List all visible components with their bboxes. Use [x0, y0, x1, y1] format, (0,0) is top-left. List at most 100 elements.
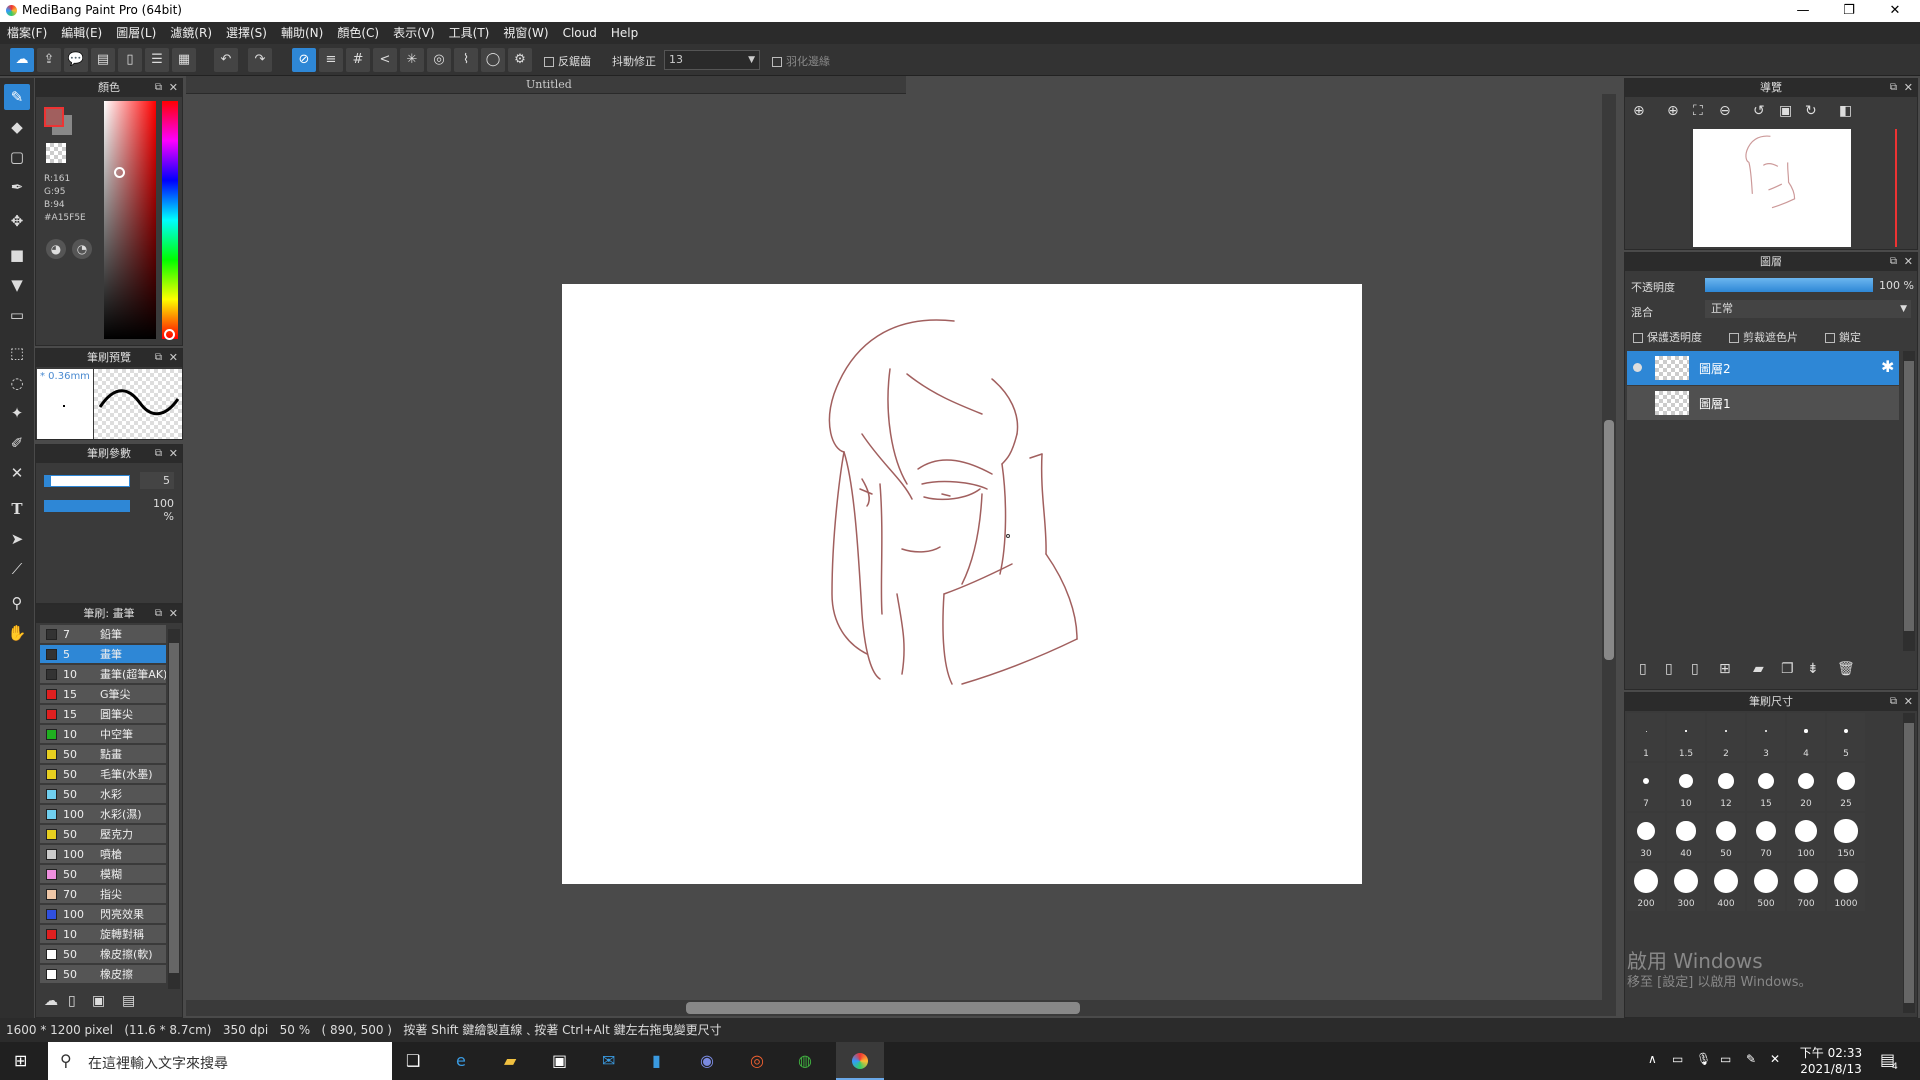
menu-tools[interactable]: 工具(T) [442, 22, 497, 44]
brush-size-cell[interactable]: 40 [1667, 813, 1705, 861]
rotate-left-icon[interactable]: ↺ [1753, 103, 1765, 119]
brush-item[interactable]: 70 指尖 [40, 885, 166, 904]
brush-size-cell[interactable]: 150 [1827, 813, 1865, 861]
brush-item[interactable]: 15 圓筆尖 [40, 705, 166, 724]
brush-size-cell[interactable]: 1.5 [1667, 713, 1705, 761]
size-value[interactable]: 5 [140, 472, 174, 489]
transparent-color-swatch[interactable] [46, 143, 66, 163]
clipping-toggle[interactable]: 剪裁遮色片 [1729, 329, 1798, 345]
brush-menu-icon[interactable]: ▣ [92, 993, 105, 1009]
folder-icon[interactable]: ▰ [1753, 661, 1764, 677]
popout-icon[interactable]: ⧉ [1890, 253, 1897, 271]
new-1bit-layer-icon[interactable]: ▯ [1691, 661, 1699, 677]
new-layer-icon[interactable]: ▯ [1639, 661, 1647, 677]
grid-icon[interactable]: ▦ [172, 48, 196, 72]
rotate-right-icon[interactable]: ↻ [1805, 103, 1817, 119]
select-pen-icon[interactable]: ✐ [4, 430, 30, 456]
eyedropper-icon[interactable]: ⚲ [4, 590, 30, 616]
close-icon[interactable]: ✕ [1904, 253, 1913, 271]
zoom-icon[interactable]: ⊕ [1633, 103, 1645, 119]
scrollbar-thumb[interactable] [1604, 420, 1614, 660]
menu-file[interactable]: 檔案(F) [0, 22, 54, 44]
brush-size-cell[interactable]: 1 [1627, 713, 1665, 761]
brush-size-cell[interactable]: 50 [1707, 813, 1745, 861]
brush-item[interactable]: 7 鉛筆 [40, 625, 166, 644]
shape-tool-icon[interactable]: ■ [4, 242, 30, 268]
brush-size-scrollbar[interactable] [1903, 713, 1915, 1013]
clipping-checkbox[interactable] [1729, 333, 1739, 343]
tray-chevron-icon[interactable]: ∧ [1648, 1052, 1657, 1066]
close-icon[interactable]: ✕ [169, 605, 178, 623]
layers-scrollbar[interactable] [1903, 351, 1915, 651]
close-icon[interactable]: ✕ [169, 445, 178, 463]
eraser-tool-icon[interactable]: ◆ [4, 114, 30, 140]
layer-row[interactable]: 圖層1 [1627, 386, 1899, 420]
scrollbar-thumb[interactable] [169, 643, 179, 973]
snap-vanish-icon[interactable]: < [373, 48, 397, 72]
close-icon[interactable]: ✕ [169, 79, 178, 97]
microphone-icon[interactable]: 🎙 [1696, 1052, 1711, 1066]
add-layer-menu-icon[interactable]: ⊞ [1719, 661, 1731, 677]
delete-layer-icon[interactable]: 🗑 [1837, 661, 1855, 677]
divide-tool-icon[interactable]: ⟋ [4, 556, 30, 582]
feather-checkbox[interactable] [772, 57, 782, 67]
popout-icon[interactable]: ⧉ [1890, 693, 1897, 711]
close-icon[interactable]: ✕ [1904, 693, 1913, 711]
brush-size-cell[interactable]: 400 [1707, 863, 1745, 911]
opacity-slider[interactable] [44, 500, 130, 512]
stabilizer-select[interactable]: 13 ▼ [664, 50, 760, 70]
feather-toggle[interactable]: 羽化邊緣 [772, 53, 830, 69]
snap-circle-icon[interactable]: ◎ [427, 48, 451, 72]
drawing-canvas[interactable] [562, 284, 1362, 884]
antialias-toggle[interactable]: 反鋸齒 [544, 53, 591, 69]
clock[interactable]: 下午 02:33 2021/8/13 [1796, 1045, 1866, 1077]
file-explorer-icon[interactable]: ▰ [504, 1051, 516, 1070]
brush-item[interactable]: 100 噴槍 [40, 845, 166, 864]
menu-cloud[interactable]: Cloud [556, 22, 604, 44]
document-tab[interactable]: Untitled [186, 76, 906, 94]
brush-size-cell[interactable]: 20 [1787, 763, 1825, 811]
popout-icon[interactable]: ⧉ [155, 349, 162, 367]
brush-size-cell[interactable]: 70 [1747, 813, 1785, 861]
color-wheel-icon[interactable]: ◔ [72, 239, 92, 259]
zoom-in-icon[interactable]: ⊕ [1667, 103, 1679, 119]
brush-item[interactable]: 10 旋轉對稱 [40, 925, 166, 944]
comment-icon[interactable]: 💬 [64, 48, 88, 72]
duplicate-layer-icon[interactable]: ❐ [1781, 661, 1794, 677]
task-view-icon[interactable]: ❑ [406, 1051, 420, 1070]
brush-size-cell[interactable]: 100 [1787, 813, 1825, 861]
scrollbar-thumb[interactable] [1904, 361, 1914, 631]
chrome-icon[interactable]: ◍ [798, 1051, 812, 1070]
snap-off-icon[interactable]: ⊘ [292, 48, 316, 72]
brush-size-cell[interactable]: 2 [1707, 713, 1745, 761]
brush-size-cell[interactable]: 30 [1627, 813, 1665, 861]
cloud-icon[interactable]: ☁ [10, 48, 34, 72]
operation-tool-icon[interactable]: ➤ [4, 526, 30, 552]
mail-icon[interactable]: ✉ [602, 1051, 615, 1070]
gradient-tool-icon[interactable]: ▭ [4, 302, 30, 328]
display-icon[interactable]: ▭ [1720, 1052, 1731, 1066]
share-icon[interactable]: ⇪ [37, 48, 61, 72]
brush-item[interactable]: 50 壓克力 [40, 825, 166, 844]
message-icon[interactable]: ▤ [91, 48, 115, 72]
brush-size-cell[interactable]: 4 [1787, 713, 1825, 761]
menu-view[interactable]: 表示(V) [386, 22, 442, 44]
magic-wand-icon[interactable]: ✦ [4, 400, 30, 426]
lock-toggle[interactable]: 鎖定 [1825, 329, 1861, 345]
menu-edit[interactable]: 編輯(E) [54, 22, 109, 44]
hue-slider[interactable] [162, 101, 178, 340]
brush-size-cell[interactable]: 10 [1667, 763, 1705, 811]
scrollbar-thumb[interactable] [1904, 723, 1914, 1003]
visibility-icon[interactable] [1633, 363, 1642, 372]
brush-item[interactable]: 50 橡皮擦(軟) [40, 945, 166, 964]
fit-icon[interactable]: ⛶ [1693, 103, 1703, 119]
merge-layer-icon[interactable]: ⇟ [1807, 661, 1819, 677]
brush-item[interactable]: 50 水彩 [40, 785, 166, 804]
brush-size-cell[interactable]: 3 [1747, 713, 1785, 761]
zoom-out-icon[interactable]: ⊖ [1719, 103, 1731, 119]
brush-item[interactable]: 5畫筆✱ [40, 645, 166, 664]
brush-size-cell[interactable]: 700 [1787, 863, 1825, 911]
menu-filter[interactable]: 濾鏡(R) [163, 22, 219, 44]
menu-window[interactable]: 視窗(W) [496, 22, 555, 44]
layer-settings-icon[interactable]: ✱ [1881, 357, 1894, 376]
